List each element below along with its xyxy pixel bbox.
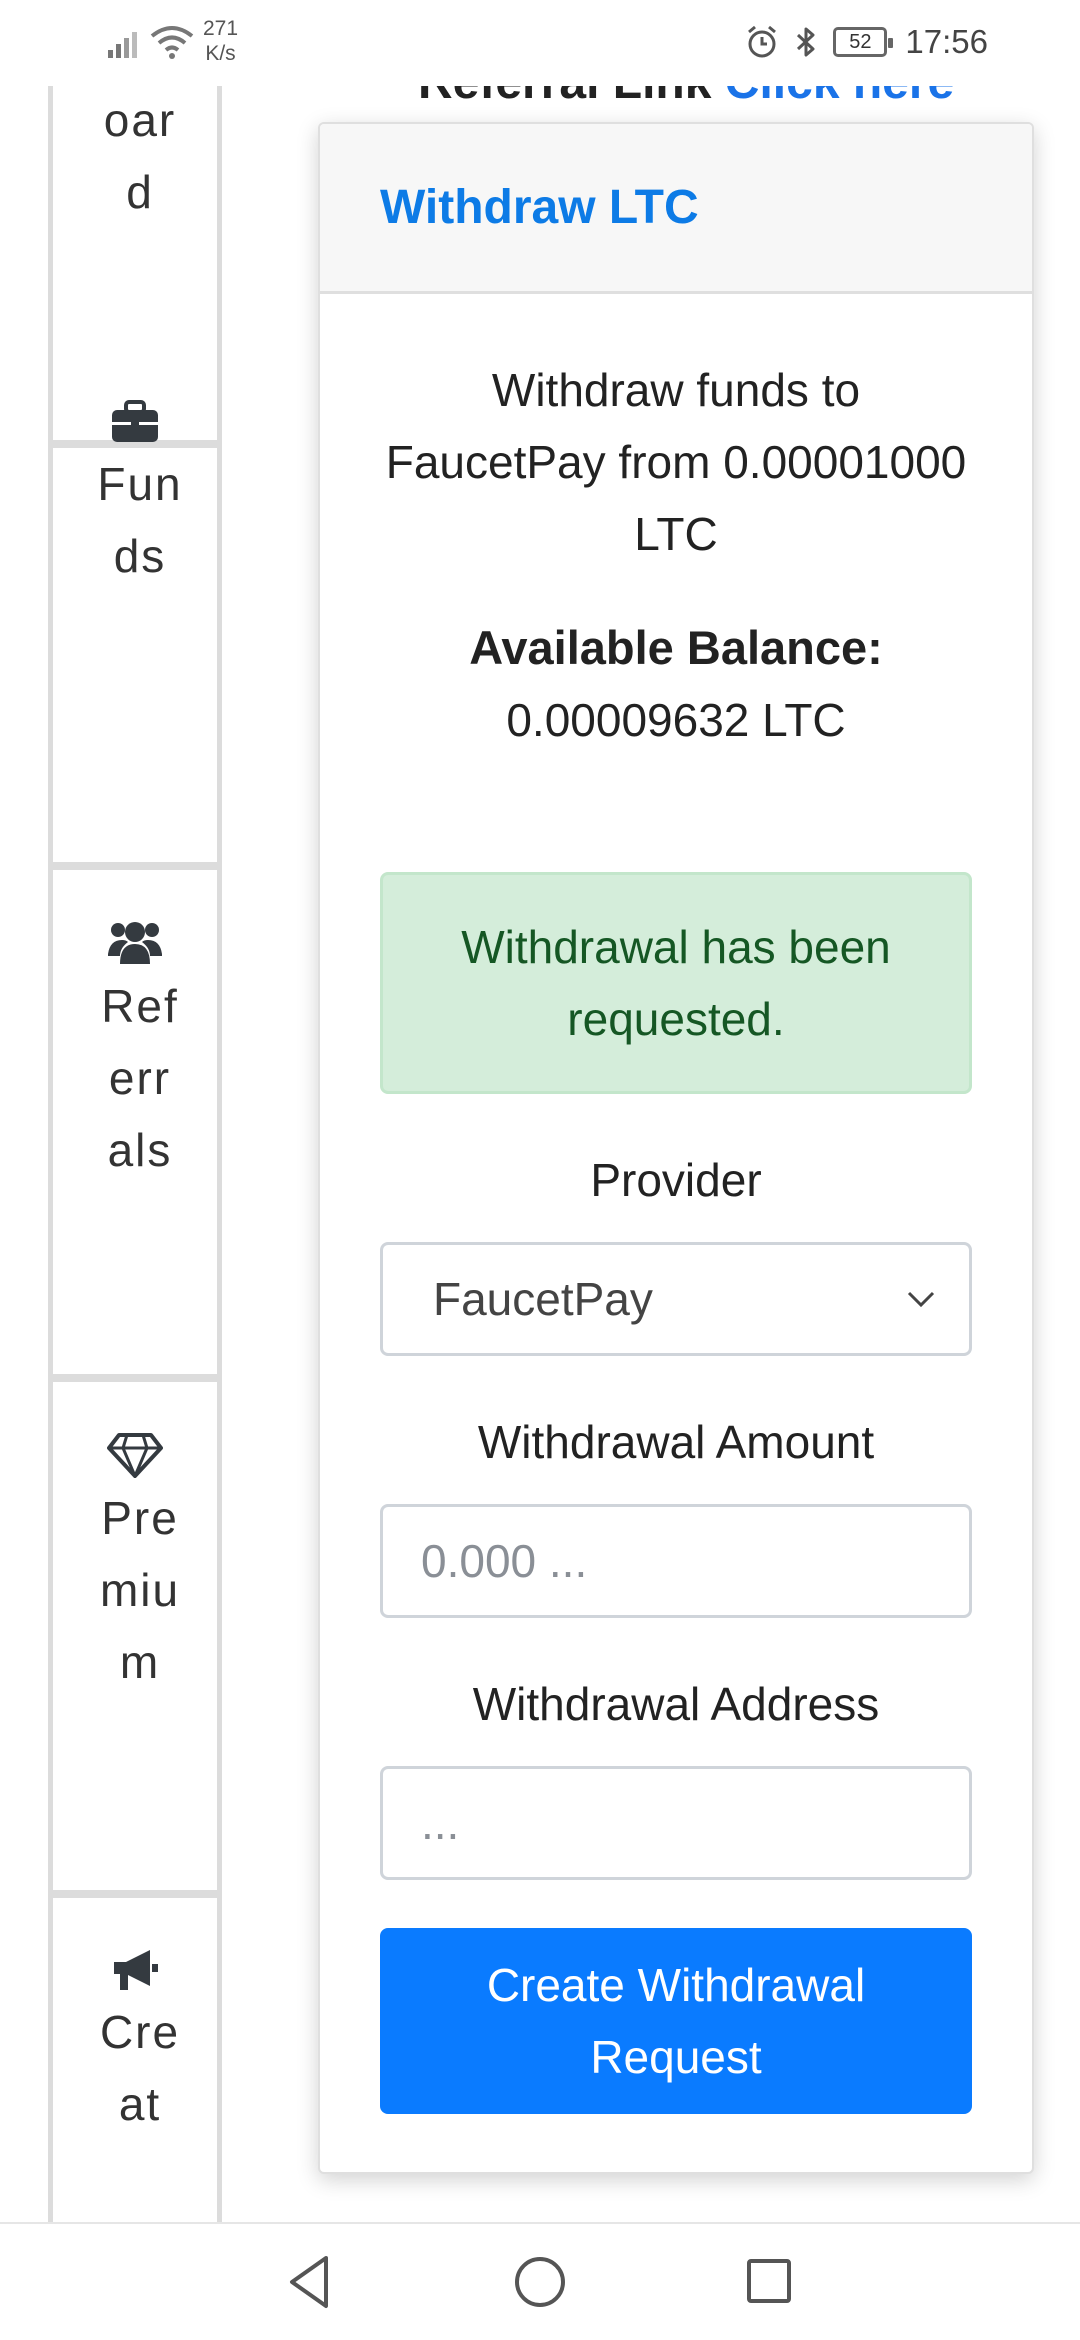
provider-label: Provider (590, 1154, 762, 1206)
sidebar-item-label: oard (103, 94, 177, 218)
status-bar: 271 K/s 52 17:56 (0, 0, 1080, 86)
sidebar-item-referrals[interactable]: Referrals (53, 872, 217, 1382)
clock: 17:56 (905, 23, 988, 60)
amount-input[interactable]: 0.000 ... (380, 1504, 972, 1618)
amount-placeholder: 0.000 ... (421, 1535, 588, 1587)
sidebar-item-label: Premium (99, 1492, 181, 1688)
withdraw-description: Withdraw funds to FaucetPay from 0.00001… (385, 364, 967, 560)
home-icon[interactable] (514, 2256, 566, 2308)
sidebar-item-create[interactable]: Creat (53, 1900, 217, 2222)
wifi-icon (150, 26, 194, 59)
card-header: Withdraw LTC (320, 124, 1032, 294)
chevron-down-icon (907, 1291, 935, 1308)
create-withdrawal-button[interactable]: Create Withdrawal Request (380, 1928, 972, 2114)
sidebar-item-label: Creat (99, 2006, 181, 2130)
back-icon[interactable] (286, 2254, 332, 2310)
bullhorn-icon (114, 1950, 158, 1990)
address-input[interactable]: ... (380, 1766, 972, 1880)
briefcase-icon (112, 400, 158, 442)
alarm-icon (748, 25, 777, 58)
withdraw-card: Withdraw LTC Withdraw funds to FaucetPay… (318, 122, 1034, 2174)
sidebar-item-funds[interactable]: Funds (53, 356, 217, 870)
address-label: Withdrawal Address (472, 1678, 880, 1730)
provider-selected-value: FaucetPay (433, 1273, 653, 1325)
sidebar-item-label: Funds (97, 458, 183, 582)
card-title: Withdraw LTC (380, 181, 699, 234)
network-speed: 271 K/s (203, 17, 239, 65)
sidebar: oard Funds Referrals Premium Creat (48, 86, 222, 2222)
users-icon (108, 922, 162, 964)
balance-label: Available Balance: (469, 621, 883, 674)
success-alert: Withdrawal has been requested. (380, 872, 972, 1094)
recent-apps-icon[interactable] (746, 2258, 792, 2304)
battery-icon: 52 (833, 27, 894, 57)
address-placeholder: ... (421, 1797, 460, 1849)
bluetooth-icon (797, 27, 815, 57)
sidebar-item-premium[interactable]: Premium (53, 1384, 217, 1898)
gem-icon (107, 1433, 163, 1478)
amount-label: Withdrawal Amount (477, 1416, 875, 1468)
signal-icon (108, 32, 137, 58)
provider-select[interactable]: FaucetPay (380, 1242, 972, 1356)
navigation-bar (0, 2222, 1080, 2340)
sidebar-item-label: Referrals (101, 980, 179, 1176)
balance-value: 0.00009632 LTC (506, 694, 846, 746)
